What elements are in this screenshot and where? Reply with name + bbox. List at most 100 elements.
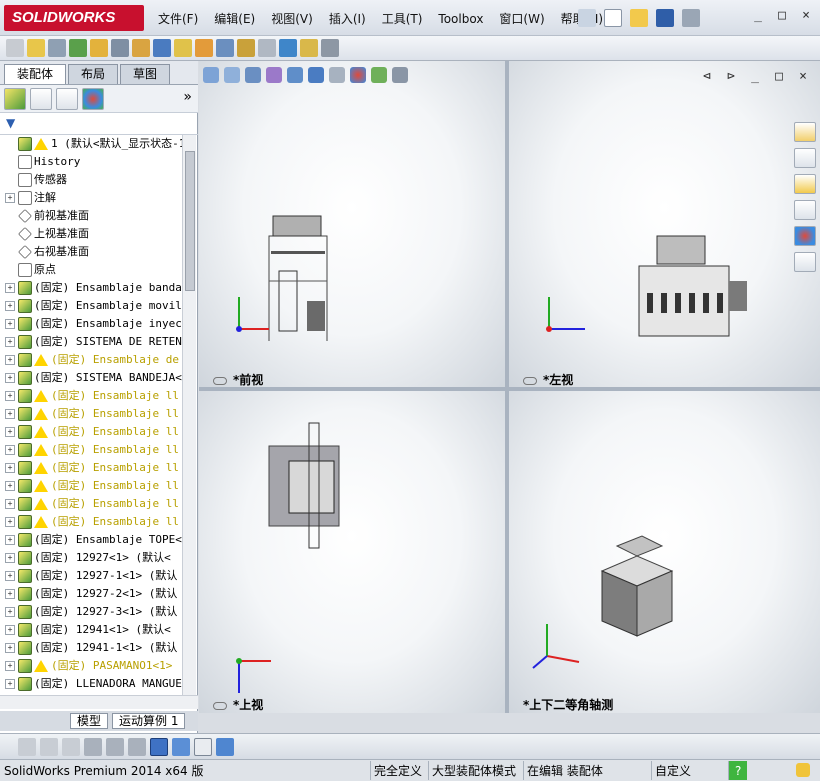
tree-item[interactable]: + (固定) Ensamblaje ll <box>0 477 182 495</box>
menu-file[interactable]: 文件(F) <box>150 10 206 28</box>
configuration-manager-icon[interactable] <box>56 87 78 110</box>
expand-toggle-icon[interactable]: + <box>5 499 15 509</box>
linear-pattern-icon[interactable] <box>69 39 87 57</box>
view-orientation-icon[interactable] <box>287 67 303 83</box>
tree-item[interactable]: + (固定) Ensamblaje ll <box>0 441 182 459</box>
tree-item[interactable]: + (固定) Ensamblaje ll <box>0 423 182 441</box>
tree-item[interactable]: 上视基准面 <box>0 225 182 243</box>
viewport-minimize-icon[interactable]: _ <box>747 69 763 85</box>
menu-tools[interactable]: 工具(T) <box>374 10 431 28</box>
display-manager-icon[interactable] <box>82 87 104 110</box>
hide-show-items-icon[interactable] <box>329 67 345 83</box>
property-manager-icon[interactable] <box>30 87 52 110</box>
zoom-area-icon[interactable] <box>224 67 240 83</box>
tree-item[interactable]: + (固定) Ensamblaje inyec <box>0 315 182 333</box>
tree-item[interactable]: + 注解 <box>0 189 182 207</box>
tab-model[interactable]: 模型 <box>70 713 109 729</box>
four-view-icon[interactable] <box>150 737 168 756</box>
custom-properties-icon[interactable] <box>794 252 816 272</box>
tree-item[interactable]: + (固定) Ensamblaje banda <box>0 279 182 297</box>
tree-item[interactable]: 右视基准面 <box>0 243 182 261</box>
tree-item[interactable]: 前视基准面 <box>0 207 182 225</box>
two-view-icon[interactable] <box>194 737 212 756</box>
tree-item[interactable]: 原点 <box>0 261 182 279</box>
expand-arrow-icon[interactable]: » <box>183 89 192 105</box>
tab-sketch[interactable]: 草图 <box>120 64 171 84</box>
tree-item[interactable]: + (固定) 12927-2<1> (默认 <box>0 585 182 603</box>
tree-item[interactable]: + (固定) 12927-1<1> (默认 <box>0 567 182 585</box>
expand-toggle-icon[interactable]: + <box>5 481 15 491</box>
expand-toggle-icon[interactable]: + <box>5 607 15 617</box>
tree-item[interactable]: + (固定) SISTEMA DE RETEN <box>0 333 182 351</box>
graphics-area[interactable]: *前视 ⊲ ⊳ _ □ × *左视 *上视 *上下二等角轴测 <box>199 61 820 713</box>
smart-fasteners-icon[interactable] <box>90 39 108 57</box>
menu-insert[interactable]: 插入(I) <box>321 10 374 28</box>
tag-icon[interactable] <box>796 763 810 777</box>
filter-row[interactable]: ▼ <box>0 113 198 135</box>
show-hidden-icon[interactable] <box>132 39 150 57</box>
previous-view-icon[interactable] <box>245 67 261 83</box>
save-icon[interactable] <box>656 9 674 27</box>
expand-toggle-icon[interactable]: + <box>5 445 15 455</box>
view-settings-icon[interactable] <box>392 67 408 83</box>
view-left[interactable]: ⊲ ⊳ _ □ × *左视 <box>509 61 820 387</box>
expand-toggle-icon[interactable]: + <box>5 283 15 293</box>
expand-toggle-icon[interactable]: + <box>5 355 15 365</box>
view-tool-6-icon[interactable] <box>128 737 146 756</box>
expand-toggle-icon[interactable]: + <box>5 373 15 383</box>
edit-appearance-icon[interactable] <box>350 67 366 83</box>
apply-scene-icon[interactable] <box>371 67 387 83</box>
reference-geometry-icon[interactable] <box>174 39 192 57</box>
design-library-icon[interactable] <box>794 148 816 168</box>
explode-line-icon[interactable] <box>258 39 276 57</box>
tree-item[interactable]: + (固定) Ensamblaje de <box>0 351 182 369</box>
tree-item[interactable]: 1 (默认<默认_显示状态-1>) <box>0 135 182 153</box>
tree-item[interactable]: + (固定) 12941<1> (默认< <box>0 621 182 639</box>
view-tool-4-icon[interactable] <box>84 737 102 756</box>
view-top[interactable]: *上视 <box>199 391 505 713</box>
print-icon[interactable] <box>682 9 700 27</box>
tree-item[interactable]: 传感器 <box>0 171 182 189</box>
viewport-nav-left-icon[interactable]: ⊲ <box>699 69 715 85</box>
tree-item[interactable]: + (固定) Ensamblaje TOPE< <box>0 531 182 549</box>
restore-button[interactable]: □ <box>774 8 790 24</box>
tree-item[interactable]: + (固定) 12941-1<1> (默认 <box>0 639 182 657</box>
open-folder-icon[interactable] <box>630 9 648 27</box>
menu-view[interactable]: 视图(V) <box>263 10 321 28</box>
expand-toggle-icon[interactable]: + <box>5 409 15 419</box>
tree-item[interactable]: + (固定) Ensamblaje ll <box>0 405 182 423</box>
tree-item[interactable]: + (固定) 12927-3<1> (默认 <box>0 603 182 621</box>
tree-item[interactable]: + (固定) Ensamblaje ll <box>0 513 182 531</box>
expand-toggle-icon[interactable]: + <box>5 571 15 581</box>
help-icon[interactable]: ? <box>728 761 748 780</box>
tree-item[interactable]: + (固定) Ensamblaje movil <box>0 297 182 315</box>
viewport-nav-right-icon[interactable]: ⊳ <box>723 69 739 85</box>
expand-toggle-icon[interactable]: + <box>5 535 15 545</box>
scroll-thumb[interactable] <box>185 151 195 291</box>
expand-toggle-icon[interactable]: + <box>5 517 15 527</box>
tab-layout[interactable]: 布局 <box>68 64 119 84</box>
expand-toggle-icon[interactable]: + <box>5 661 15 671</box>
display-style-icon[interactable] <box>308 67 324 83</box>
file-explorer-icon[interactable] <box>794 174 816 194</box>
mate-icon[interactable] <box>48 39 66 57</box>
expand-toggle-icon[interactable]: + <box>5 463 15 473</box>
tree-item[interactable]: History <box>0 153 182 171</box>
exploded-view-icon[interactable] <box>237 39 255 57</box>
view-tool-1-icon[interactable] <box>18 737 36 756</box>
solidworks-logo[interactable]: SOLIDWORKS <box>4 5 144 31</box>
expand-toggle-icon[interactable]: + <box>5 301 15 311</box>
interference-detection-icon[interactable] <box>279 39 297 57</box>
view-tool-3-icon[interactable] <box>62 737 80 756</box>
expand-toggle-icon[interactable]: + <box>5 193 15 203</box>
tree-vertical-scrollbar[interactable] <box>182 135 196 695</box>
expand-toggle-icon[interactable]: + <box>5 319 15 329</box>
tab-assembly[interactable]: 装配体 <box>4 64 67 84</box>
expand-toggle-icon[interactable]: + <box>5 589 15 599</box>
appearances-icon[interactable] <box>794 226 816 246</box>
tree-item[interactable]: + (固定) Ensamblaje ll <box>0 495 182 513</box>
status-custom[interactable]: 自定义 <box>651 761 694 780</box>
bill-of-materials-icon[interactable] <box>216 39 234 57</box>
view-isometric[interactable]: *上下二等角轴测 <box>509 391 820 713</box>
viewport-close-icon[interactable]: × <box>795 69 811 85</box>
